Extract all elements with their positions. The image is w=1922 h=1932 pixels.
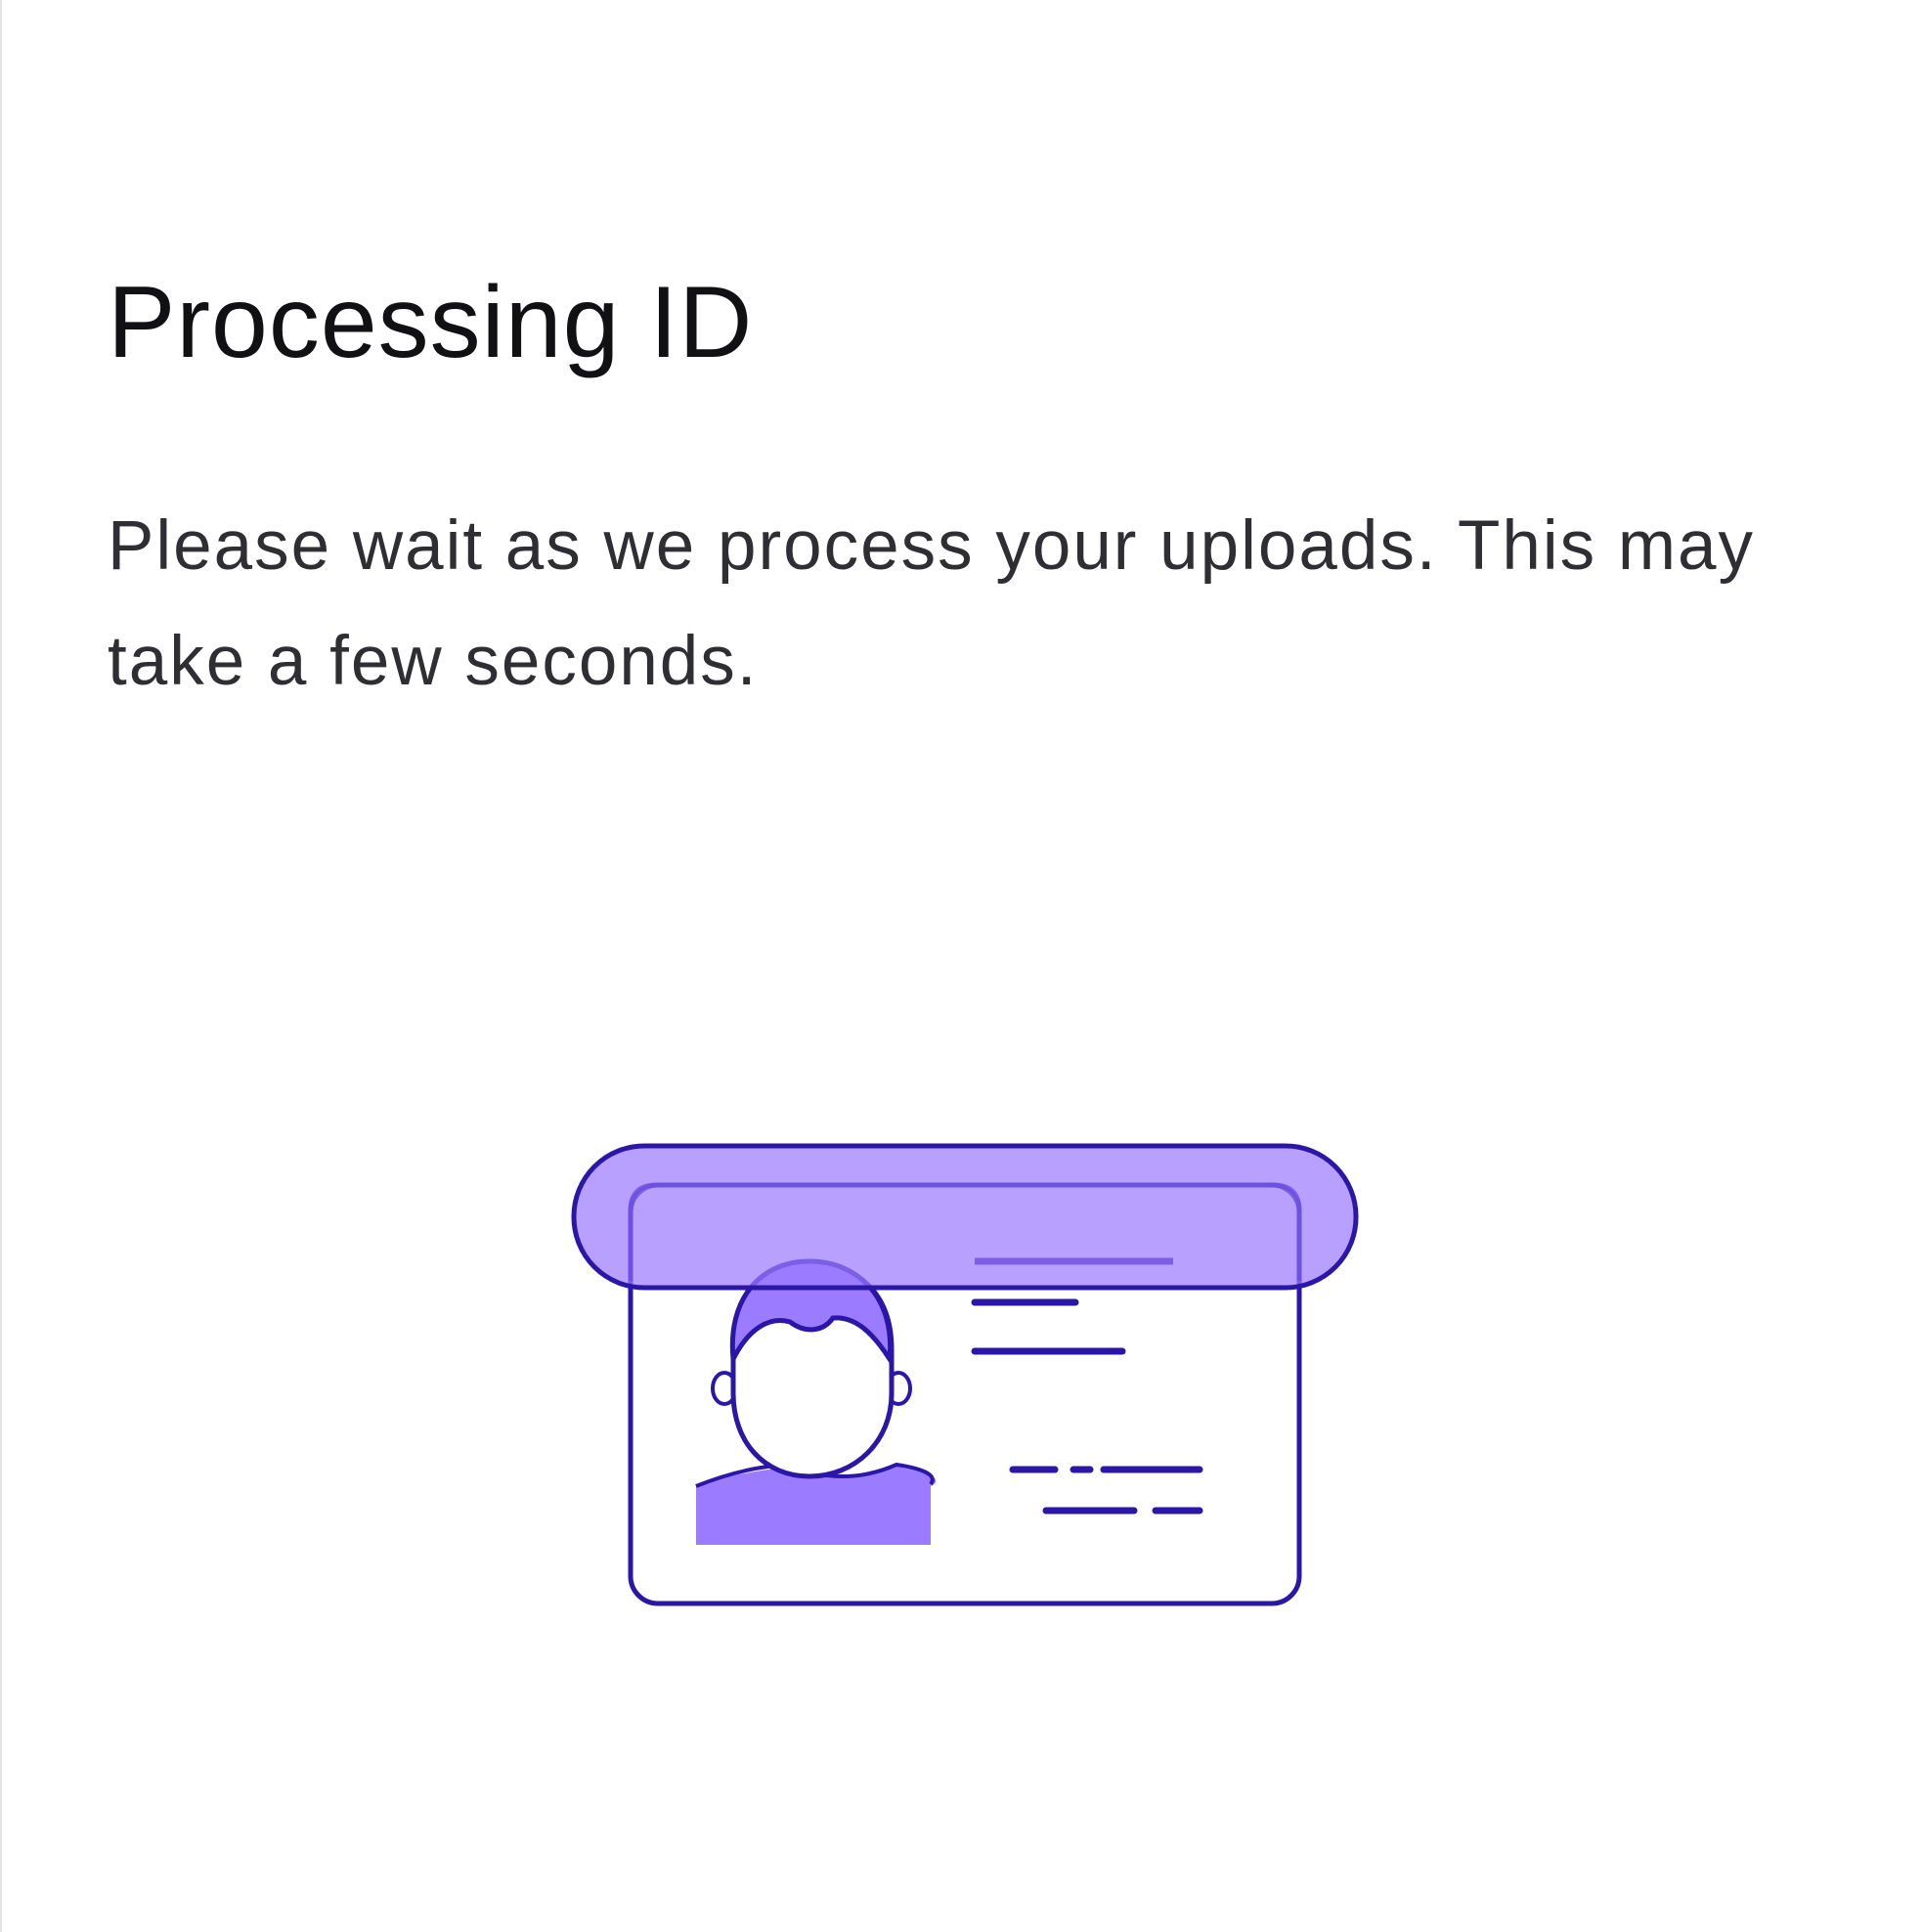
processing-message: Please wait as we process your uploads. … xyxy=(108,507,1756,700)
processing-id-screen: Processing ID Please wait as we process … xyxy=(0,0,1922,1932)
page-title: Processing ID xyxy=(108,266,754,379)
scanner-bar xyxy=(571,1143,1359,1291)
id-card-scan-icon xyxy=(571,1143,1359,1606)
